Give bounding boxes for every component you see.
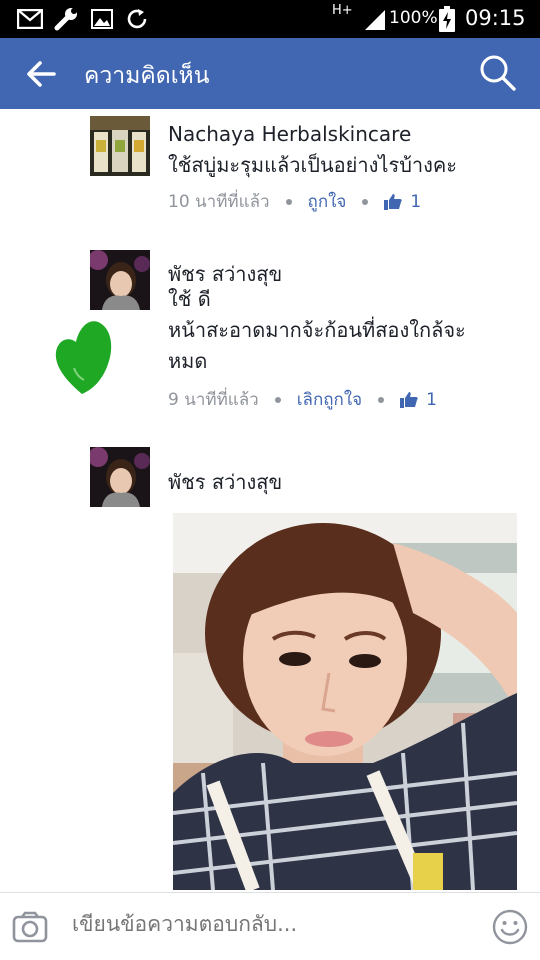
thumbs-up-icon <box>400 391 418 408</box>
like-button[interactable]: ถูกใจ <box>308 188 347 215</box>
comment-text-line: หมด <box>168 349 208 373</box>
comment-meta: 9 นาทีที่แล้ว เลิกถูกใจ 1 <box>168 386 437 413</box>
comment-author[interactable]: พัชร สว่างสุข <box>168 466 282 498</box>
mail-icon <box>16 7 44 31</box>
comment-time: 9 นาทีที่แล้ว <box>168 390 259 410</box>
unlike-button[interactable]: เลิกถูกใจ <box>297 386 362 413</box>
heart-annotation-icon <box>52 318 116 398</box>
search-icon[interactable] <box>479 54 517 92</box>
back-arrow-icon[interactable] <box>26 60 56 88</box>
separator-dot <box>274 396 281 403</box>
like-count[interactable]: 1 <box>426 390 437 410</box>
network-type: H+ <box>332 3 353 18</box>
signal-icon <box>362 7 388 31</box>
comment-text-line: หน้าสะอาดมากจ้ะก้อนที่สองใกล้จะ <box>168 318 466 342</box>
comment-meta: 10 นาทีที่แล้ว ถูกใจ 1 <box>168 188 421 215</box>
separator-dot <box>285 198 292 205</box>
reply-input[interactable] <box>72 912 472 936</box>
battery-icon <box>438 6 456 32</box>
comment-text-line: ใช้ ดี <box>168 287 211 311</box>
separator-dot <box>378 396 385 403</box>
avatar[interactable] <box>90 116 150 176</box>
avatar[interactable] <box>90 250 150 310</box>
thumbs-up-icon <box>384 193 403 210</box>
camera-icon[interactable] <box>12 911 48 943</box>
avatar[interactable] <box>90 447 150 507</box>
app-bar: ความคิดเห็น <box>0 38 540 109</box>
image-icon <box>90 7 114 31</box>
separator-dot <box>362 198 369 205</box>
like-count[interactable]: 1 <box>410 192 421 212</box>
comment-text: ใช้สบู่มะรุมแล้วเป็นอย่างไรบ้างคะ <box>168 153 458 177</box>
wrench-icon <box>52 7 80 31</box>
reply-composer <box>0 892 540 960</box>
battery-percent: 100% <box>389 8 438 28</box>
comment-author[interactable]: Nachaya Herbalskincare <box>168 122 411 146</box>
sync-icon <box>124 7 150 31</box>
clock: 09:15 <box>465 6 526 30</box>
status-bar: H+ 100% 09:15 <box>0 0 540 38</box>
comment-time: 10 นาทีที่แล้ว <box>168 192 270 212</box>
page-title: ความคิดเห็น <box>84 63 210 89</box>
comment-photo[interactable] <box>173 513 517 890</box>
emoji-icon[interactable] <box>492 909 528 945</box>
